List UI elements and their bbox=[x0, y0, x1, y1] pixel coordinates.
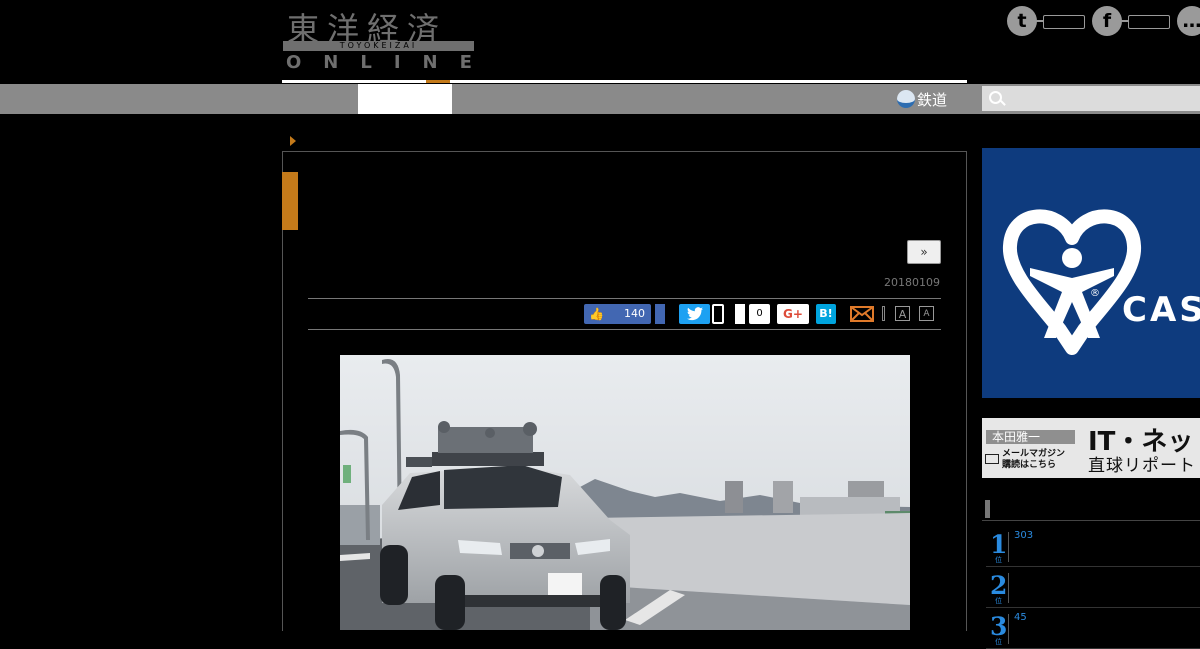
sidebar-ad[interactable]: ® CAS bbox=[982, 148, 1200, 398]
logo-subtitle: TOYOKEIZAI bbox=[339, 41, 418, 50]
title-marker bbox=[282, 172, 298, 230]
rank-count: 45 bbox=[1014, 612, 1027, 623]
mail-icon[interactable] bbox=[850, 306, 874, 322]
tweet-button[interactable] bbox=[679, 304, 710, 324]
banner-mail-line2: 購読はこちら bbox=[1002, 460, 1057, 470]
facebook-icon: f bbox=[1092, 6, 1122, 36]
twitter-bird-icon bbox=[686, 307, 703, 321]
banner-mail-line1: メールマガジン bbox=[1002, 449, 1066, 459]
rank-suffix: 位 bbox=[995, 638, 1002, 646]
ranking-item[interactable]: 2 位 bbox=[986, 567, 1200, 608]
article-photo bbox=[340, 355, 910, 630]
twitter-count-box bbox=[1043, 15, 1085, 29]
ranking-item[interactable]: 1 位 303 bbox=[986, 526, 1200, 567]
envelope-icon bbox=[985, 454, 999, 464]
nav-item-label: 鉄道 bbox=[917, 90, 948, 109]
ranking-item[interactable]: 3 位 45 bbox=[986, 608, 1200, 649]
logo-online: ONLINE bbox=[286, 52, 494, 73]
nav-item-railway[interactable]: 鉄道 bbox=[897, 87, 947, 111]
hatena-bookmark-button[interactable]: B! bbox=[816, 304, 836, 324]
line-icon: … bbox=[1177, 6, 1200, 36]
header-rule bbox=[282, 80, 967, 83]
rank-count: 303 bbox=[1014, 530, 1034, 541]
tweet-count-inner bbox=[714, 306, 722, 322]
site-logo[interactable]: 東洋経済 TOYOKEIZAI ONLINE bbox=[283, 6, 475, 73]
newsletter-banner[interactable]: 本田雅一 メールマガジン 購読はこちら IT・ネット 直球リポート bbox=[982, 418, 1200, 478]
rank-divider bbox=[1008, 614, 1009, 644]
like-count: 140 bbox=[624, 307, 645, 320]
nav-active-tab[interactable] bbox=[358, 84, 452, 114]
ranking-header bbox=[982, 500, 1200, 521]
header-rule-accent bbox=[426, 80, 450, 83]
facebook-count-box bbox=[1128, 15, 1170, 29]
pocket-count: 0 bbox=[749, 304, 770, 324]
banner-author: 本田雅一 bbox=[986, 430, 1075, 444]
ad-text: CAS bbox=[1122, 290, 1200, 330]
banner-subline: 直球リポート bbox=[1088, 456, 1196, 476]
article-date: 20180109 bbox=[884, 276, 940, 289]
rank-suffix: 位 bbox=[995, 556, 1002, 564]
google-plus-button[interactable]: G+ bbox=[777, 304, 809, 324]
print-icon[interactable] bbox=[882, 306, 885, 321]
ad-registered-mark: ® bbox=[1090, 288, 1100, 299]
search-box[interactable] bbox=[982, 86, 1200, 111]
breadcrumb-arrow-icon bbox=[290, 136, 296, 146]
rank-divider bbox=[1008, 532, 1009, 562]
search-icon[interactable] bbox=[989, 91, 1002, 104]
rank-divider bbox=[1008, 573, 1009, 603]
banner-mail-text: メールマガジン 購読はこちら bbox=[1002, 449, 1065, 471]
twitter-icon: t bbox=[1007, 6, 1037, 36]
pocket-button[interactable] bbox=[735, 304, 745, 324]
font-size-large-button[interactable]: A bbox=[895, 306, 910, 321]
facebook-like-button[interactable]: 👍 140 bbox=[584, 304, 651, 324]
thumbs-up-icon: 👍 bbox=[589, 307, 604, 321]
share-bar-bottom-rule bbox=[308, 329, 941, 330]
ranking-header-marker bbox=[985, 500, 990, 518]
facebook-share-button[interactable] bbox=[655, 304, 665, 324]
font-size-small-button[interactable]: A bbox=[919, 306, 934, 321]
train-icon bbox=[897, 90, 915, 108]
rank-suffix: 位 bbox=[995, 597, 1002, 605]
search-input[interactable] bbox=[1008, 88, 1197, 110]
next-page-button[interactable]: » bbox=[907, 240, 941, 264]
share-bar-top-rule bbox=[308, 298, 941, 299]
heart-logo-icon bbox=[1003, 209, 1141, 355]
